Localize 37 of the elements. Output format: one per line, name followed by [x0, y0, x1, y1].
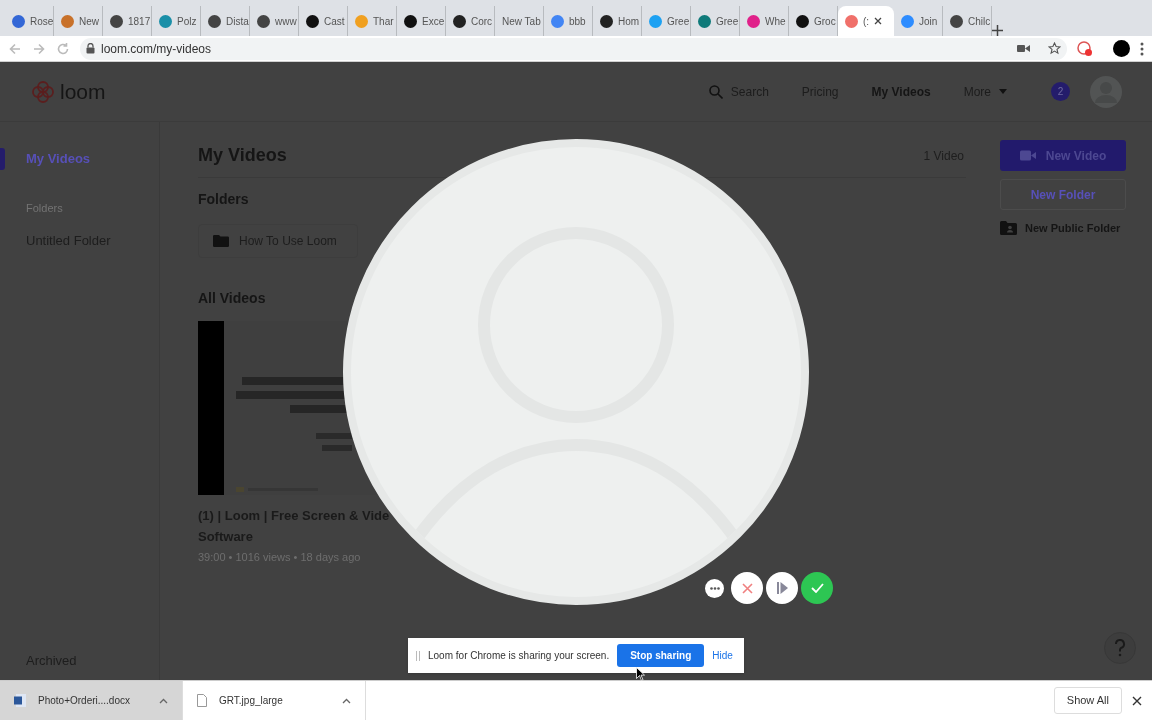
cancel-button[interactable]: [731, 572, 763, 604]
lock-icon: [86, 43, 95, 54]
profile-icon[interactable]: [1113, 40, 1130, 57]
address-bar[interactable]: loom.com/my-videos: [80, 37, 1067, 60]
browser-tab[interactable]: (:: [838, 6, 894, 36]
document-icon: [14, 694, 26, 707]
selection-indicator: [0, 148, 5, 170]
checkmark-icon: [810, 583, 824, 593]
search-icon: [708, 84, 723, 99]
logo-icon: [30, 78, 56, 105]
file-icon: [197, 694, 207, 707]
folder-person-icon: [1000, 221, 1017, 236]
new-tab-icon[interactable]: [992, 25, 1003, 36]
star-icon[interactable]: [1048, 42, 1061, 55]
folder-icon: [213, 235, 229, 247]
close-icon[interactable]: [1132, 695, 1142, 706]
caret-up-icon[interactable]: [159, 697, 168, 704]
extension-icon[interactable]: [1077, 40, 1093, 57]
url-text: loom.com/my-videos: [101, 40, 212, 58]
drag-handle-icon[interactable]: [416, 650, 420, 661]
play-pause-icon: [776, 582, 788, 594]
caret-icon: [999, 89, 1007, 94]
sharing-message: Loom for Chrome is sharing your screen.: [428, 649, 610, 663]
download-item[interactable]: Photo+Orderi....docx: [0, 681, 183, 720]
close-icon: [741, 582, 753, 594]
hide-link[interactable]: Hide: [712, 648, 733, 663]
finish-button[interactable]: [801, 572, 833, 604]
caret-up-icon[interactable]: [342, 697, 351, 704]
menu-icon[interactable]: [1140, 41, 1144, 56]
camera-icon[interactable]: [1017, 44, 1030, 53]
more-options-button[interactable]: [705, 579, 724, 598]
ellipsis-icon: [709, 587, 720, 590]
close-tab-icon[interactable]: [874, 17, 883, 25]
video-camera-icon: [1019, 150, 1036, 161]
show-all-button[interactable]: Show All: [1053, 687, 1122, 714]
pause-button[interactable]: [766, 572, 798, 604]
stop-sharing-button[interactable]: Stop sharing: [617, 644, 705, 667]
